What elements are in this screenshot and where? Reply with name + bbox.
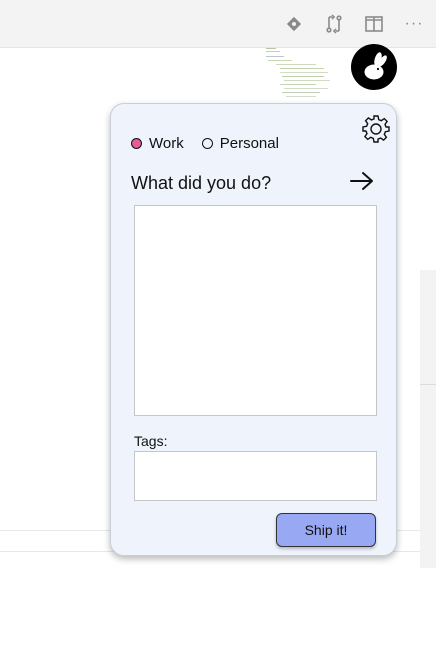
log-entry-popup: Work Personal What did you do? Tags: Shi… bbox=[110, 103, 397, 556]
radio-personal[interactable]: Personal bbox=[201, 135, 279, 152]
more-icon[interactable]: ··· bbox=[403, 13, 425, 35]
split-editor-icon[interactable] bbox=[363, 13, 385, 35]
radio-work-indicator[interactable] bbox=[131, 137, 142, 149]
ship-it-button[interactable]: Ship it! bbox=[276, 513, 376, 547]
side-panel-edge bbox=[420, 270, 436, 568]
minimap bbox=[266, 48, 336, 104]
rabbit-icon[interactable] bbox=[351, 44, 397, 90]
side-panel-divider bbox=[420, 384, 436, 385]
editor-window: ··· Work Personal What did you do? Tags:… bbox=[0, 0, 436, 672]
compare-changes-icon[interactable] bbox=[323, 13, 345, 35]
arrow-right-icon[interactable] bbox=[349, 170, 375, 192]
radio-work[interactable]: Work bbox=[131, 135, 184, 152]
radio-personal-label[interactable]: Personal bbox=[220, 135, 279, 152]
gear-icon[interactable] bbox=[361, 114, 391, 144]
radio-work-label[interactable]: Work bbox=[149, 135, 184, 152]
entry-textarea[interactable] bbox=[134, 205, 377, 416]
editor-title-bar: ··· bbox=[0, 0, 436, 48]
tags-label: Tags: bbox=[134, 433, 168, 449]
diamond-icon[interactable] bbox=[283, 13, 305, 35]
prompt-heading: What did you do? bbox=[131, 173, 272, 193]
radio-personal-indicator[interactable] bbox=[201, 137, 213, 149]
tags-input[interactable] bbox=[134, 451, 377, 501]
journal-type-radio-group: Work Personal bbox=[131, 134, 297, 152]
